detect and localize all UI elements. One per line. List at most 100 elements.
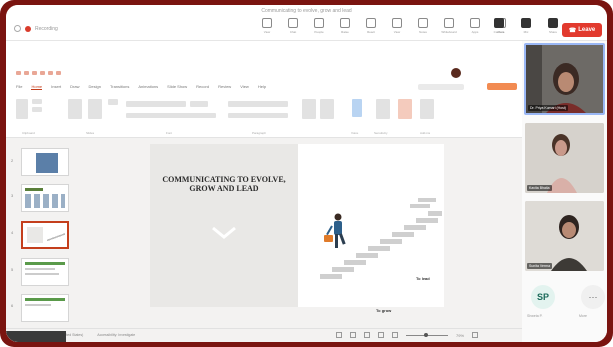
tool-chat[interactable]: Chat	[284, 18, 302, 34]
copy-icon[interactable]	[32, 107, 42, 112]
meeting-tools: View Chat People Raise React View Notes …	[258, 18, 510, 34]
tab-file[interactable]: File	[16, 84, 22, 89]
account-avatar[interactable]	[451, 68, 461, 78]
participant-name: Kavita Bhatia	[527, 185, 552, 191]
dictate-icon[interactable]	[352, 99, 362, 117]
share-screen-button[interactable]: Share	[544, 18, 562, 34]
tab-design[interactable]: Design	[88, 84, 100, 89]
mic-icon	[521, 18, 531, 28]
tool-view-grid[interactable]: View	[388, 18, 406, 34]
tab-record[interactable]: Record	[196, 84, 209, 89]
share-button[interactable]	[487, 83, 517, 90]
camera-button[interactable]: Camera	[490, 18, 508, 34]
powerpoint-window: File Home Insert Draw Design Transitions…	[6, 67, 522, 342]
shapes-icon[interactable]	[302, 99, 316, 119]
paste-icon[interactable]	[16, 99, 28, 119]
reading-view-icon[interactable]	[378, 332, 384, 338]
group-voice: Voice	[351, 131, 359, 135]
new-slide-icon[interactable]	[68, 99, 82, 119]
ribbon: Clipboard Slides Font Paragraph Voice Se…	[6, 93, 522, 138]
font-size-select[interactable]	[190, 101, 208, 107]
quick-access-toolbar[interactable]	[16, 71, 61, 75]
tool-whiteboard[interactable]: Whiteboard	[440, 18, 458, 34]
avatar-label: Shweta P.	[527, 314, 543, 318]
participant-name: Sunita Verma	[527, 263, 553, 269]
tab-insert[interactable]: Insert	[51, 84, 61, 89]
shield-icon	[14, 25, 21, 32]
share-screen-icon	[548, 18, 558, 28]
group-clipboard: Clipboard	[22, 131, 35, 135]
apps-icon	[470, 18, 480, 28]
thumb-image	[36, 153, 58, 173]
tool-raise[interactable]: Raise	[336, 18, 354, 34]
tool-apps[interactable]: Apps	[466, 18, 484, 34]
slide-title: COMMUNICATING TO EVOLVE, GROW AND LEAD	[162, 175, 286, 193]
self-view-strip	[6, 331, 66, 342]
tab-draw[interactable]: Draw	[70, 84, 79, 89]
chat-icon	[288, 18, 298, 28]
group-add-ins: Add-ins	[420, 131, 431, 135]
notes-icon[interactable]	[336, 332, 342, 338]
raise-hand-icon	[340, 18, 350, 28]
window-title: Communicating to evolve, grow and lead	[261, 8, 352, 14]
sensitivity-icon[interactable]	[376, 99, 390, 119]
layout-icon[interactable]	[108, 99, 118, 105]
participants-panel: Dr. Priya Kumari (Host) Kavita Bhatia Su…	[522, 41, 607, 342]
participant-name: Dr. Priya Kumari (Host)	[528, 105, 568, 111]
editing-icon[interactable]	[320, 99, 334, 119]
leave-label: Leave	[578, 27, 596, 33]
slide-thumb-5[interactable]	[21, 258, 69, 286]
zoom-slider[interactable]	[406, 332, 448, 337]
tab-transitions[interactable]: Transitions	[110, 84, 129, 89]
slide-thumb-2[interactable]	[21, 148, 69, 176]
view-grid-icon	[392, 18, 402, 28]
designer-icon[interactable]	[398, 99, 412, 119]
more-participants-button[interactable]: ⋯	[581, 285, 605, 309]
group-paragraph: Paragraph	[252, 131, 267, 135]
participant-tile[interactable]: Dr. Priya Kumari (Host)	[524, 43, 605, 115]
participant-tile[interactable]: Sunita Verma	[525, 201, 604, 271]
camera-icon	[494, 18, 504, 28]
add-ins-icon[interactable]	[420, 99, 434, 119]
zoom-level[interactable]: 79%	[456, 333, 464, 338]
meeting-status: Recording	[14, 25, 58, 32]
font-name-select[interactable]	[126, 101, 186, 107]
view-icon	[262, 18, 272, 28]
slide-thumb-4[interactable]	[21, 221, 69, 249]
mic-button[interactable]: Mic	[517, 18, 535, 34]
tool-react[interactable]: React	[362, 18, 380, 34]
tab-slide-show[interactable]: Slide Show	[167, 84, 187, 89]
avatar[interactable]: SP	[531, 285, 555, 309]
slide-thumb-3[interactable]	[21, 184, 69, 212]
tab-animations[interactable]: Animations	[138, 84, 158, 89]
font-format-row[interactable]	[126, 113, 216, 118]
leave-button[interactable]: ☎ Leave	[562, 23, 602, 37]
paragraph-row[interactable]	[228, 101, 288, 107]
zoom-handle[interactable]	[424, 332, 428, 337]
meeting-screen: Communicating to evolve, grow and lead R…	[6, 5, 607, 342]
man-climbing-icon	[324, 213, 346, 248]
reuse-slides-icon[interactable]	[88, 99, 102, 119]
tab-home[interactable]: Home	[31, 84, 43, 90]
slideshow-icon[interactable]	[392, 332, 398, 338]
accessibility-status[interactable]: Accessibility: Investigate	[97, 333, 135, 337]
comments-button[interactable]	[418, 84, 464, 90]
tab-help[interactable]: Help	[258, 84, 266, 89]
current-slide[interactable]: COMMUNICATING TO EVOLVE, GROW AND LEAD T…	[150, 144, 444, 342]
fit-slide-icon[interactable]	[472, 332, 479, 338]
normal-view-icon[interactable]	[350, 332, 356, 338]
tab-review[interactable]: Review	[218, 84, 231, 89]
participant-video	[526, 45, 603, 113]
stair-label-lead: To lead	[416, 276, 430, 281]
notes-icon	[418, 18, 428, 28]
slide-sorter-icon[interactable]	[364, 332, 370, 338]
tool-people[interactable]: People	[310, 18, 328, 34]
cut-icon[interactable]	[32, 99, 42, 104]
alignment-row[interactable]	[228, 113, 288, 118]
slide-thumb-6[interactable]	[21, 294, 69, 322]
participant-tile[interactable]: Kavita Bhatia	[525, 123, 604, 193]
tab-view[interactable]: View	[240, 84, 249, 89]
tool-notes[interactable]: Notes	[414, 18, 432, 34]
tool-view[interactable]: View	[258, 18, 276, 34]
more-label: More	[579, 314, 587, 318]
